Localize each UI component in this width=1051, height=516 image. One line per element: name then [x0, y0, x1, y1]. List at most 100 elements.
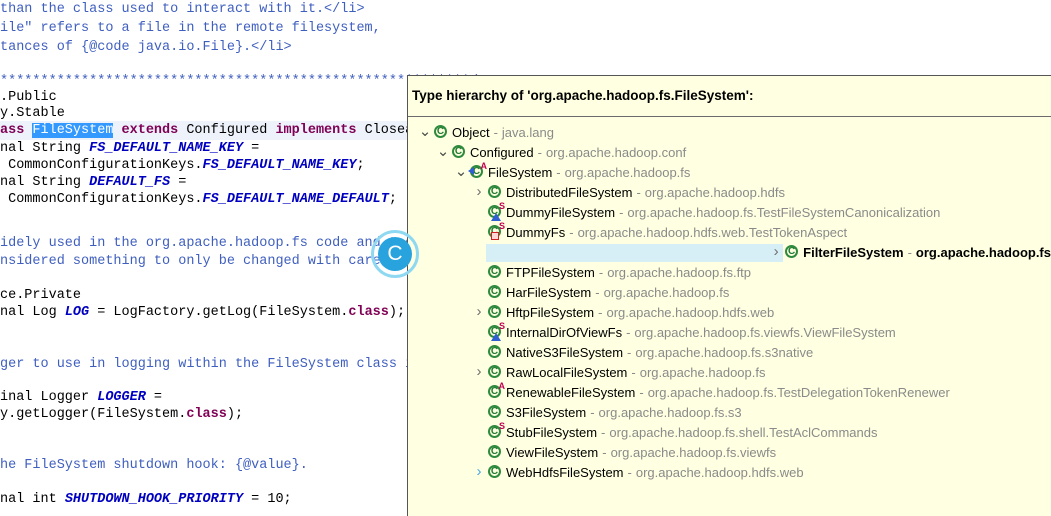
type-name: StubFileSystem	[506, 425, 597, 440]
tree-row[interactable]: ›CDistributedFileSystem-org.apache.hadoo…	[408, 182, 1051, 202]
tree-row[interactable]: CHarFileSystem-org.apache.hadoop.fs	[408, 282, 1051, 302]
tree-row[interactable]: ›CRawLocalFileSystem-org.apache.hadoop.f…	[408, 362, 1051, 382]
tree-row[interactable]: ›CFilterFileSystem-org.apache.hadoop.fs	[408, 242, 1051, 262]
separator-dash: -	[601, 425, 605, 440]
package-name: java.lang	[502, 125, 554, 140]
class-icon: C	[486, 344, 503, 360]
tree-row[interactable]: CSInternalDirOfViewFs-org.apache.hadoop.…	[408, 322, 1051, 342]
class-icon: C	[486, 444, 503, 460]
code-token: );	[389, 305, 405, 320]
chevron-right-icon[interactable]: ›	[472, 302, 486, 322]
package-name: org.apache.hadoop.conf	[546, 145, 686, 160]
class-icon: CS	[486, 324, 503, 340]
code-token: Closea	[356, 123, 413, 138]
code-token: idely used in the org.apache.hadoop.fs c…	[0, 236, 413, 251]
package-name: org.apache.hadoop.hdfs	[645, 185, 785, 200]
code-token: nal String	[0, 141, 89, 156]
tree-row[interactable]: CFTPFileSystem-org.apache.hadoop.fs.ftp	[408, 262, 1051, 282]
class-icon: C	[486, 364, 503, 380]
chevron-right-icon[interactable]: ›	[472, 362, 486, 382]
code-line: he FileSystem shutdown hook: {@value}.	[0, 456, 308, 475]
tree-row[interactable]: CSDummyFileSystem-org.apache.hadoop.fs.T…	[408, 202, 1051, 222]
code-token: Configured	[178, 123, 275, 138]
separator-dash: -	[569, 225, 573, 240]
separator-dash: -	[599, 265, 603, 280]
code-line: nsidered something to only be changed wi…	[0, 252, 389, 271]
type-name: ViewFileSystem	[506, 445, 598, 460]
tree-row[interactable]: ›CWebHdfsFileSystem-org.apache.hadoop.hd…	[408, 462, 1051, 482]
class-icon: CS	[486, 224, 503, 240]
separator-dash: -	[494, 125, 498, 140]
code-token: getLogger	[16, 407, 89, 422]
code-token: getLog	[203, 305, 252, 320]
separator-dash: -	[538, 145, 542, 160]
tree-row[interactable]: CViewFileSystem-org.apache.hadoop.fs.vie…	[408, 442, 1051, 462]
class-icon: C	[486, 284, 503, 300]
separator-dash: -	[595, 285, 599, 300]
code-token: nal int	[0, 492, 65, 507]
tree-row[interactable]: CS3FileSystem-org.apache.hadoop.fs.s3	[408, 402, 1051, 422]
type-name: DummyFileSystem	[506, 205, 615, 220]
code-token: y.Stable	[0, 106, 65, 121]
code-token: than the class used to interact with it.…	[0, 2, 365, 17]
tree-row[interactable]: CARenewableFileSystem-org.apache.hadoop.…	[408, 382, 1051, 402]
protected-badge-icon	[491, 333, 501, 341]
class-icon: C	[486, 404, 503, 420]
private-badge-icon	[491, 232, 499, 240]
tree-row[interactable]: CSStubFileSystem-org.apache.hadoop.fs.sh…	[408, 422, 1051, 442]
code-token: CommonConfigurationKeys.	[0, 192, 203, 207]
separator-dash: -	[590, 405, 594, 420]
package-name: org.apache.hadoop.fs	[640, 365, 766, 380]
separator-dash: -	[598, 305, 602, 320]
code-token: implements	[275, 123, 356, 138]
chevron-down-icon[interactable]: ⌄	[418, 125, 432, 139]
class-icon: C	[486, 184, 503, 200]
class-icon: C	[450, 144, 467, 160]
code-token: (FileSystem.	[251, 305, 348, 320]
package-name: org.apache.hadoop.fs.s3native	[635, 345, 813, 360]
code-token: y.	[0, 407, 16, 422]
code-token: extends	[113, 123, 178, 138]
type-name: Configured	[470, 145, 534, 160]
tree-row[interactable]: ⌄CConfigured-org.apache.hadoop.conf	[408, 142, 1051, 162]
package-name: org.apache.hadoop.fs.TestFileSystemCanon…	[627, 205, 940, 220]
code-token: FS_DEFAULT_NAME_KEY	[203, 158, 357, 173]
separator-dash: -	[631, 365, 635, 380]
tree-row[interactable]: CNativeS3FileSystem-org.apache.hadoop.fs…	[408, 342, 1051, 362]
protected-badge-icon	[491, 213, 501, 221]
tree-row[interactable]: ›CHftpFileSystem-org.apache.hadoop.hdfs.…	[408, 302, 1051, 322]
code-token: ger to use in logging within the FileSys…	[0, 357, 413, 372]
type-hierarchy-tree[interactable]: ⌄CObject-java.lang⌄CConfigured-org.apach…	[408, 117, 1051, 482]
abstract-marker: A	[499, 382, 506, 391]
row-selection-background	[486, 244, 783, 262]
chevron-down-icon[interactable]: ⌄	[454, 165, 468, 179]
chevron-right-icon[interactable]: ›	[472, 182, 486, 202]
type-hierarchy-tooltip[interactable]: Type hierarchy of 'org.apache.hadoop.fs.…	[407, 75, 1051, 516]
code-token: (FileSystem.	[89, 407, 186, 422]
package-name: org.apache.hadoop.fs.ftp	[607, 265, 751, 280]
type-name: DistributedFileSystem	[506, 185, 632, 200]
chevron-right-icon[interactable]: ›	[769, 242, 783, 262]
class-icon: CA	[468, 164, 485, 180]
code-token: =	[146, 390, 162, 405]
code-token: =	[243, 141, 259, 156]
code-token: = 10;	[243, 492, 292, 507]
code-line: ass FileSystem extends Configured implem…	[0, 121, 413, 140]
separator-dash: -	[639, 385, 643, 400]
tree-row[interactable]: ⌄CAFileSystem-org.apache.hadoop.fs	[408, 162, 1051, 182]
tree-row[interactable]: ⌄CObject-java.lang	[408, 122, 1051, 142]
type-name: NativeS3FileSystem	[506, 345, 623, 360]
code-line: y.getLogger(FileSystem.class);	[0, 405, 243, 424]
separator-dash: -	[908, 245, 912, 260]
chevron-down-icon[interactable]: ⌄	[436, 145, 450, 159]
code-token: SHUTDOWN_HOOK_PRIORITY	[65, 492, 243, 507]
type-name: HftpFileSystem	[506, 305, 594, 320]
tree-row[interactable]: CSDummyFs-org.apache.hadoop.hdfs.web.Tes…	[408, 222, 1051, 242]
type-name: WebHdfsFileSystem	[506, 465, 624, 480]
code-token: FS_DEFAULT_NAME_DEFAULT	[203, 192, 389, 207]
override-badge-icon	[468, 167, 474, 175]
code-line: nal int SHUTDOWN_HOOK_PRIORITY = 10;	[0, 490, 292, 509]
chevron-right-icon[interactable]: ›	[472, 462, 486, 482]
separator-dash: -	[602, 445, 606, 460]
separator-dash: -	[626, 325, 630, 340]
